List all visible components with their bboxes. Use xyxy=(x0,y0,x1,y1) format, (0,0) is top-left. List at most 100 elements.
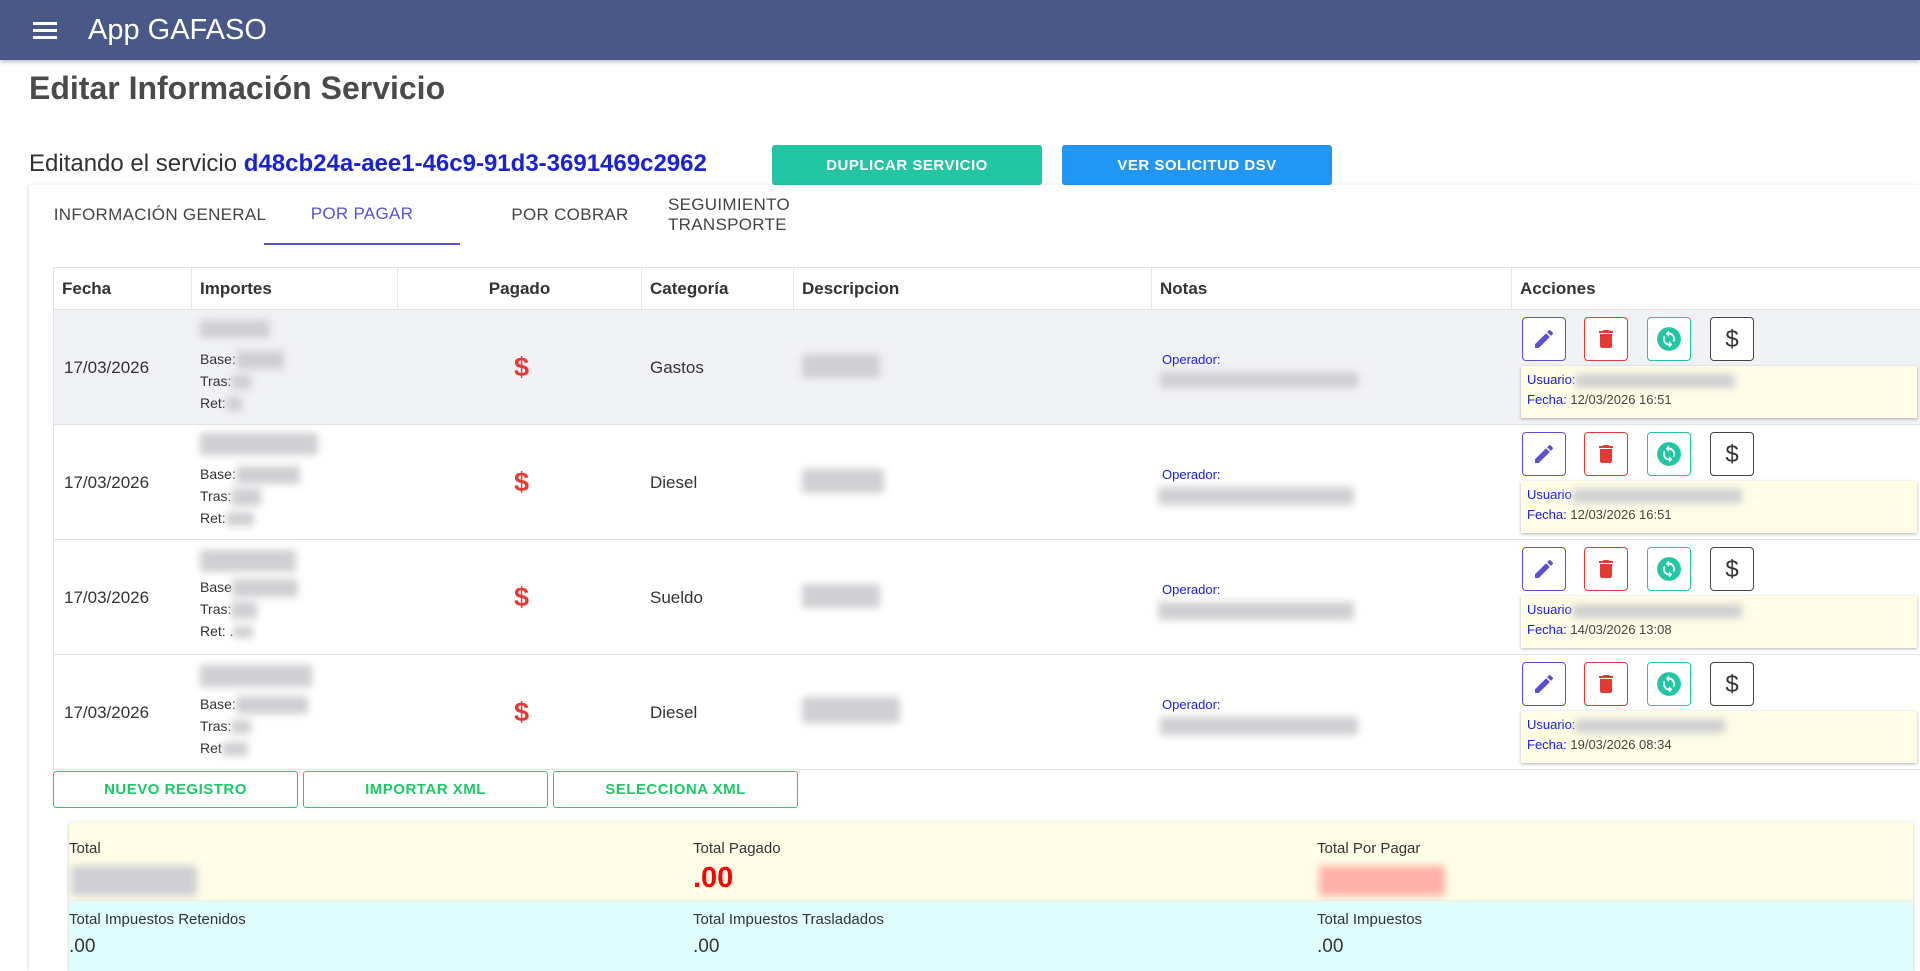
audit-info: Usuario: Fecha: 12/03/2026 16:51 xyxy=(1521,366,1917,418)
delete-button[interactable] xyxy=(1584,432,1628,476)
date-label: Fecha: xyxy=(1527,737,1567,752)
tab-por-pagar[interactable]: POR PAGAR xyxy=(264,185,460,245)
edit-button[interactable] xyxy=(1522,432,1566,476)
total-pagado-value: .00 xyxy=(693,862,734,894)
user-label: Usuario: xyxy=(1527,717,1576,732)
new-record-button[interactable]: NUEVO REGISTRO xyxy=(53,771,298,808)
audit-info: Usuario Fecha: 14/03/2026 13:08 xyxy=(1521,596,1917,648)
table-row: 17/03/2026 Base: Tras: Ret: $ Diesel Ope… xyxy=(53,425,1920,540)
amount-base: Base: xyxy=(200,693,308,715)
row-amounts: Base Tras: Ret: . xyxy=(200,576,298,642)
note-operator-label: Operador: xyxy=(1162,697,1221,712)
amount-ret: Ret: xyxy=(200,392,284,414)
retained-tax-label: Total Impuestos Retenidos xyxy=(69,911,246,928)
pencil-icon xyxy=(1535,559,1554,578)
total-tax-label: Total Impuestos xyxy=(1317,911,1423,928)
sync-button[interactable] xyxy=(1647,547,1691,591)
trash-icon xyxy=(1599,330,1613,348)
sync-button[interactable] xyxy=(1647,317,1691,361)
dollar-icon: $ xyxy=(1725,671,1738,697)
payables-table: Fecha Importes Pagado Categoría Descripc… xyxy=(53,267,1920,770)
paid-status-icon[interactable]: $ xyxy=(514,352,529,383)
note-operator-label: Operador: xyxy=(1162,582,1221,597)
user-label: Usuario xyxy=(1527,487,1572,502)
audit-date: 12/03/2026 16:51 xyxy=(1570,392,1672,407)
duplicate-service-button[interactable]: DUPLICAR SERVICIO xyxy=(772,145,1042,185)
amount-ret: Ret: xyxy=(200,507,300,529)
tab-informacion-general[interactable]: INFORMACIÓN GENERAL xyxy=(29,185,291,245)
sync-button[interactable] xyxy=(1647,432,1691,476)
header-importes: Importes xyxy=(192,268,398,309)
payment-button[interactable]: $ xyxy=(1710,547,1754,591)
edit-button[interactable] xyxy=(1522,662,1566,706)
amount-base: Base xyxy=(200,576,298,598)
amount-tras: Tras: xyxy=(200,598,298,620)
sync-icon xyxy=(1657,672,1681,696)
table-header: Fecha Importes Pagado Categoría Descripc… xyxy=(53,267,1920,310)
service-card: INFORMACIÓN GENERAL POR PAGAR POR COBRAR… xyxy=(29,185,1920,971)
row-date: 17/03/2026 xyxy=(64,358,150,377)
delete-button[interactable] xyxy=(1584,662,1628,706)
table-row: 17/03/2026 Base Tras: Ret: . $ Sueldo Op… xyxy=(53,540,1920,655)
amount-tras: Tras: xyxy=(200,485,300,507)
date-label: Fecha: xyxy=(1527,507,1567,522)
table-row: 17/03/2026 Base: Tras: Ret: $ Gastos Ope… xyxy=(53,310,1920,425)
import-xml-button[interactable]: IMPORTAR XML xyxy=(303,771,548,808)
svg-text:$: $ xyxy=(1725,556,1738,582)
payment-button[interactable]: $ xyxy=(1710,662,1754,706)
paid-status-icon[interactable]: $ xyxy=(514,582,529,613)
paid-status-icon[interactable]: $ xyxy=(514,467,529,498)
view-dsv-request-button[interactable]: VER SOLICITUD DSV xyxy=(1062,145,1332,185)
menu-button[interactable] xyxy=(0,0,90,60)
delete-button[interactable] xyxy=(1584,547,1628,591)
edit-button[interactable] xyxy=(1522,317,1566,361)
amount-ret: Ret xyxy=(200,737,308,759)
svg-text:$: $ xyxy=(1725,671,1738,697)
app-bar: App GAFASO xyxy=(0,0,1920,60)
page-title: Editar Información Servicio xyxy=(29,70,446,106)
total-tax-value: .00 xyxy=(1317,936,1344,957)
sync-icon xyxy=(1657,557,1681,581)
total-value-blurred xyxy=(71,866,197,896)
row-category: Gastos xyxy=(650,358,704,377)
edit-button[interactable] xyxy=(1522,547,1566,591)
delete-button[interactable] xyxy=(1584,317,1628,361)
audit-date: 19/03/2026 08:34 xyxy=(1570,737,1672,752)
audit-info: Usuario: Fecha: 19/03/2026 08:34 xyxy=(1521,711,1917,763)
tab-por-cobrar[interactable]: POR COBRAR xyxy=(472,185,668,245)
dollar-icon: $ xyxy=(1725,441,1738,467)
note-blurred xyxy=(1160,717,1358,735)
description-blurred xyxy=(802,469,884,493)
amount-base: Base: xyxy=(200,463,300,485)
audit-date: 12/03/2026 16:51 xyxy=(1570,507,1672,522)
amount-blurred xyxy=(200,433,318,455)
row-date: 17/03/2026 xyxy=(64,588,150,607)
totals-summary: Total Total Pagado .00 Total Por Pagar xyxy=(69,822,1913,901)
app-title: App GAFASO xyxy=(88,13,267,46)
amount-blurred xyxy=(200,550,296,572)
dollar-icon: $ xyxy=(1725,326,1738,352)
note-operator-label: Operador: xyxy=(1162,467,1221,482)
tab-seguimiento-transporte[interactable]: SEGUIMIENTO TRANSPORTE xyxy=(668,185,908,245)
row-category: Diesel xyxy=(650,473,698,492)
payment-button[interactable]: $ xyxy=(1710,317,1754,361)
totals-panel: Total Total Pagado .00 Total Por Pagar T… xyxy=(69,822,1913,971)
paid-status-icon[interactable]: $ xyxy=(514,697,529,728)
transferred-tax-value: .00 xyxy=(693,936,720,957)
sync-button[interactable] xyxy=(1647,662,1691,706)
amount-base: Base: xyxy=(200,348,284,370)
retained-tax-value: .00 xyxy=(69,936,96,957)
select-xml-button[interactable]: SELECCIONA XML xyxy=(553,771,798,808)
payment-button[interactable]: $ xyxy=(1710,432,1754,476)
row-category: Diesel xyxy=(650,703,698,722)
user-label: Usuario xyxy=(1527,602,1572,617)
pencil-icon xyxy=(1535,444,1554,463)
audit-info: Usuario Fecha: 12/03/2026 16:51 xyxy=(1521,481,1917,533)
trash-icon xyxy=(1599,445,1613,463)
tab-bar: INFORMACIÓN GENERAL POR PAGAR POR COBRAR… xyxy=(29,185,1920,245)
row-amounts: Base: Tras: Ret xyxy=(200,693,308,759)
total-por-pagar-label: Total Por Pagar xyxy=(1317,840,1421,857)
note-operator-label: Operador: xyxy=(1162,352,1221,367)
svg-text:$: $ xyxy=(1725,326,1738,352)
total-label: Total xyxy=(69,840,101,857)
